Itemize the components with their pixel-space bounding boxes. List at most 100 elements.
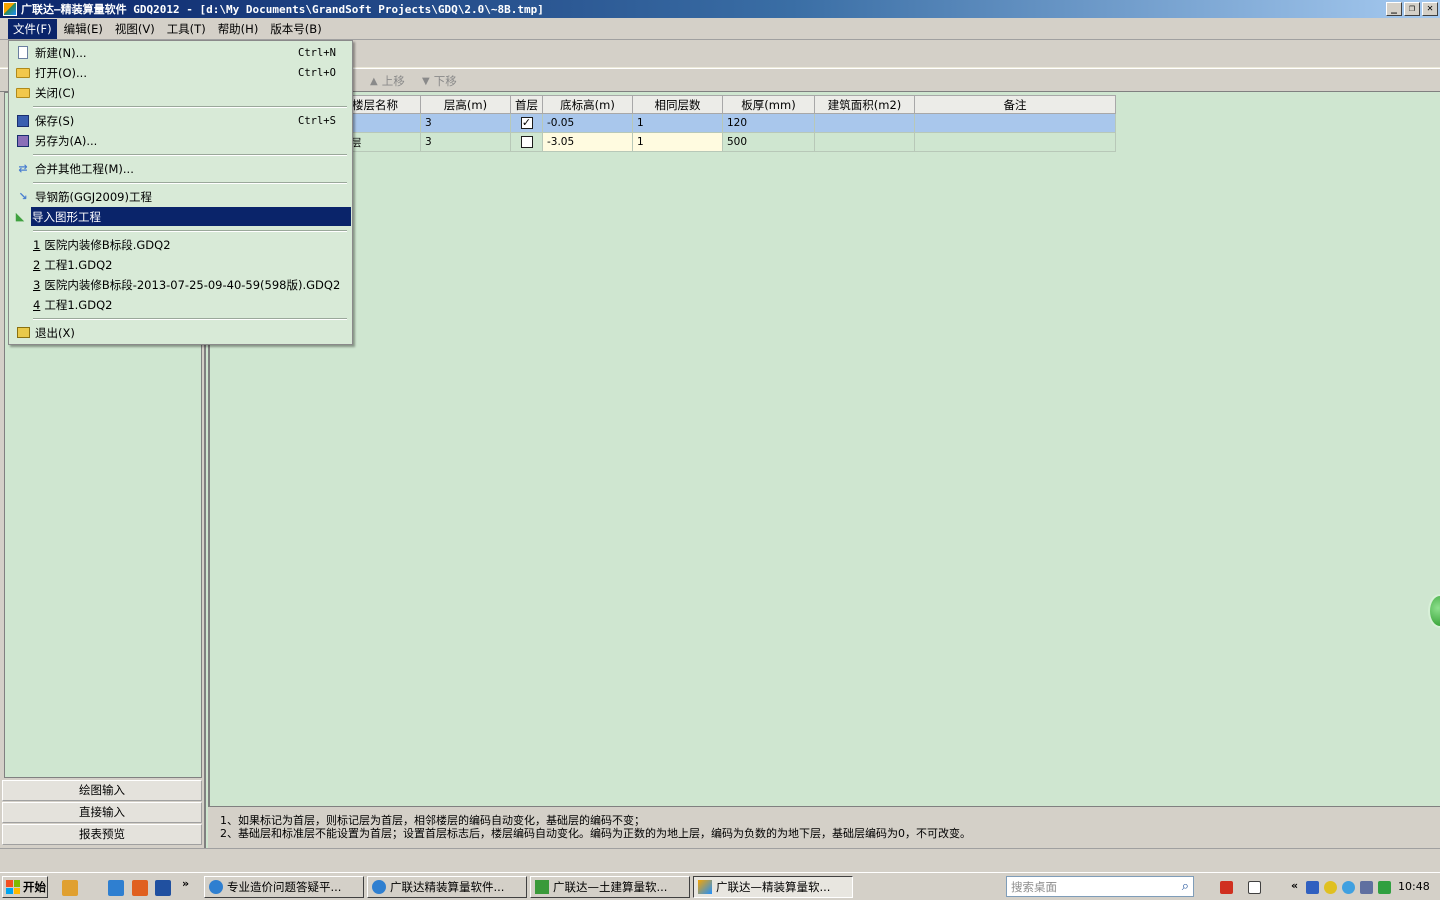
gdq-app-icon <box>698 880 712 894</box>
exit-icon <box>16 326 30 340</box>
task-button-1[interactable]: 专业造价问题答疑平... <box>204 876 364 898</box>
move-up-button[interactable]: ▲ 上移 <box>370 73 405 89</box>
col-header-same-floors[interactable]: 相同层数 <box>632 95 723 114</box>
clock[interactable]: 10:48 <box>1398 880 1430 893</box>
task-button-2[interactable]: 广联达精装算量软件... <box>367 876 527 898</box>
arrow-down-icon: ▼ <box>422 75 430 87</box>
start-button[interactable]: 开始 <box>2 876 48 898</box>
import-graphic-icon: ◣ <box>15 210 25 223</box>
first-floor-checkbox-unchecked[interactable] <box>520 136 533 148</box>
col-header-remarks[interactable]: 备注 <box>914 95 1116 114</box>
menu-separator <box>33 154 347 156</box>
col-header-slab-thickness[interactable]: 板厚(mm) <box>722 95 815 114</box>
gcl-app-icon <box>535 880 549 894</box>
menu-item-save[interactable]: 保存(S) Ctrl+S <box>11 111 350 130</box>
menu-separator <box>33 106 347 108</box>
menu-item-recent-4[interactable]: 4 工程1.GDQ2 <box>33 295 372 314</box>
search-icon[interactable]: ⌕ <box>1182 879 1189 894</box>
direct-input-button[interactable]: 直接输入 <box>2 802 202 823</box>
drawing-input-button[interactable]: 绘图输入 <box>2 780 202 801</box>
security-shield-icon[interactable] <box>1378 881 1391 894</box>
open-folder-icon <box>16 66 30 80</box>
menu-separator <box>33 230 347 232</box>
col-header-base-elevation[interactable]: 底标高(m) <box>542 95 633 114</box>
status-strip <box>0 848 1440 872</box>
move-down-label: 下移 <box>433 74 457 88</box>
menu-item-new[interactable]: 新建(N)... Ctrl+N <box>11 43 350 62</box>
new-file-icon <box>16 46 30 60</box>
desktop-icon[interactable] <box>155 880 171 896</box>
shortcut-open: Ctrl+O <box>298 66 336 79</box>
menu-edit[interactable]: 编辑(E) <box>59 19 108 39</box>
first-floor-checkbox-checked[interactable]: ✓ <box>520 117 533 129</box>
cell-same-floors[interactable]: 1 <box>632 113 723 133</box>
menu-file[interactable]: 文件(F) <box>8 18 57 39</box>
cell-floor-height[interactable]: 3 <box>420 113 511 133</box>
desktop-search-input[interactable]: 搜索桌面 ⌕ <box>1006 876 1194 897</box>
tray-expand-icon[interactable]: « <box>1291 879 1298 892</box>
network-icon[interactable] <box>1306 881 1319 894</box>
menu-item-recent-1[interactable]: 1 医院内装修B标段.GDQ2 <box>33 235 372 254</box>
menu-help[interactable]: 帮助(H) <box>213 19 264 39</box>
monitor-icon[interactable] <box>1360 881 1373 894</box>
menu-item-close[interactable]: 关闭(C) <box>11 83 350 102</box>
hint-panel: 1、如果标记为首层，则标记层为首层，相邻楼层的编码自动变化，基础层的编码不变； … <box>208 806 1440 848</box>
menu-item-import-graphic[interactable]: ◣ 导入图形工程 <box>16 207 351 226</box>
ie-icon <box>209 880 223 894</box>
app-icon[interactable] <box>3 2 17 16</box>
col-header-floor-height[interactable]: 层高(m) <box>420 95 511 114</box>
task-button-3[interactable]: 广联达—土建算量软... <box>530 876 690 898</box>
cell-building-area[interactable] <box>814 113 915 133</box>
task-button-4[interactable]: 广联达—精装算量软... <box>693 876 853 898</box>
cell-same-floors[interactable]: 1 <box>632 132 723 152</box>
hint-line-2: 2、基础层和标准层不能设置为首层；设置首层标志后，楼层编码自动变化。编码为正数的… <box>220 827 971 840</box>
shortcut-save: Ctrl+S <box>298 114 336 127</box>
browser-tray-icon[interactable] <box>1342 881 1355 894</box>
cell-slab-thickness[interactable]: 120 <box>722 113 815 133</box>
cell-remarks[interactable] <box>914 113 1116 133</box>
menu-view[interactable]: 视图(V) <box>110 19 160 39</box>
title-bar: 广联达—精装算量软件 GDQ2012 - [d:\My Documents\Gr… <box>0 0 1440 18</box>
menu-tools[interactable]: 工具(T) <box>162 19 211 39</box>
help-icon[interactable] <box>1248 881 1261 894</box>
ie-browser-icon[interactable] <box>108 880 124 896</box>
cell-first-floor[interactable]: ✓ <box>510 113 543 133</box>
restore-button[interactable]: ❐ <box>1404 2 1420 16</box>
qq-icon[interactable] <box>1324 881 1337 894</box>
cell-building-area[interactable] <box>814 132 915 152</box>
menu-item-exit[interactable]: 退出(X) <box>11 323 350 342</box>
media-icon[interactable] <box>132 880 148 896</box>
menu-item-recent-2[interactable]: 2 工程1.GDQ2 <box>33 255 372 274</box>
windows-logo-icon <box>6 880 20 894</box>
taskbar: 开始 » 专业造价问题答疑平... 广联达精装算量软件... 广联达—土建算量软… <box>0 872 1440 900</box>
more-quicklaunch-icon[interactable]: » <box>182 877 189 890</box>
quicklaunch-icon[interactable] <box>62 880 78 896</box>
sogou-ime-icon[interactable] <box>1220 881 1233 894</box>
col-header-first-floor[interactable]: 首层 <box>510 95 543 114</box>
menu-item-recent-3[interactable]: 3 医院内装修B标段-2013-07-25-09-40-59(598版).GDQ2 <box>33 275 372 294</box>
cell-base-elevation[interactable]: -3.05 <box>542 132 633 152</box>
menu-item-open[interactable]: 打开(O)... Ctrl+O <box>11 63 350 82</box>
cell-slab-thickness[interactable]: 500 <box>722 132 815 152</box>
window-title: 广联达—精装算量软件 GDQ2012 - [d:\My Documents\Gr… <box>21 3 544 16</box>
save-icon <box>16 114 30 128</box>
move-down-button[interactable]: ▼ 下移 <box>422 73 457 89</box>
cell-first-floor[interactable] <box>510 132 543 152</box>
col-header-building-area[interactable]: 建筑面积(m2) <box>814 95 915 114</box>
move-up-label: 上移 <box>381 74 405 88</box>
cell-remarks[interactable] <box>914 132 1116 152</box>
cell-base-elevation[interactable]: -0.05 <box>542 113 633 133</box>
close-button[interactable]: ✕ <box>1422 2 1438 16</box>
cell-floor-height[interactable]: 3 <box>420 132 511 152</box>
menu-version[interactable]: 版本号(B) <box>265 19 326 39</box>
report-preview-button[interactable]: 报表预览 <box>2 824 202 845</box>
ie-icon <box>372 880 386 894</box>
menu-item-merge[interactable]: ⇄ 合并其他工程(M)... <box>11 159 350 178</box>
shortcut-new: Ctrl+N <box>298 46 336 59</box>
menu-item-import-rebar[interactable]: ↘ 导钢筋(GGJ2009)工程 <box>11 187 350 206</box>
menu-item-save-as[interactable]: 另存为(A)... <box>11 131 350 150</box>
minimize-button[interactable]: _ <box>1386 2 1402 16</box>
start-label: 开始 <box>23 880 46 894</box>
menu-separator <box>33 182 347 184</box>
close-folder-icon <box>16 86 30 100</box>
